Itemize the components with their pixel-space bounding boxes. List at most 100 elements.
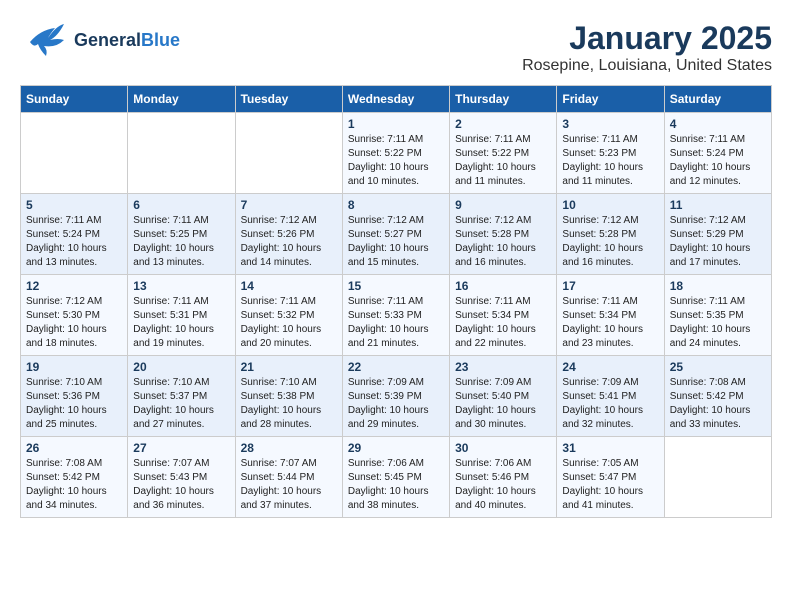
logo-general: General [74, 30, 141, 50]
day-number: 17 [562, 279, 658, 293]
day-number: 29 [348, 441, 444, 455]
calendar-cell [21, 113, 128, 194]
day-info: Sunrise: 7:12 AM Sunset: 5:28 PM Dayligh… [562, 214, 658, 270]
calendar-cell: 4 Sunrise: 7:11 AM Sunset: 5:24 PM Daylig… [664, 113, 771, 194]
day-number: 8 [348, 198, 444, 212]
day-number: 5 [26, 198, 122, 212]
calendar-week-4: 19Sunrise: 7:10 AM Sunset: 5:36 PM Dayli… [21, 356, 772, 437]
day-number: 20 [133, 360, 229, 374]
calendar-cell: 8 Sunrise: 7:12 AM Sunset: 5:27 PM Daylig… [342, 194, 449, 275]
calendar-cell: 13 Sunrise: 7:11 AM Sunset: 5:31 PM Dayli… [128, 275, 235, 356]
day-info: Sunrise: 7:08 AM Sunset: 5:42 PM Dayligh… [670, 376, 766, 432]
calendar-week-1: 1Sunrise: 7:11 AM Sunset: 5:22 PM Daylig… [21, 113, 772, 194]
calendar-week-2: 5Sunrise: 7:11 AM Sunset: 5:24 PM Daylig… [21, 194, 772, 275]
day-number: 28 [241, 441, 337, 455]
calendar-cell: 7Sunrise: 7:12 AM Sunset: 5:26 PM Daylig… [235, 194, 342, 275]
day-info: Sunrise: 7:11 AM Sunset: 5:24 PM Dayligh… [670, 133, 766, 189]
calendar-cell [664, 437, 771, 518]
calendar-cell: 16 Sunrise: 7:11 AM Sunset: 5:34 PM Dayli… [450, 275, 557, 356]
day-info: Sunrise: 7:10 AM Sunset: 5:37 PM Dayligh… [133, 376, 229, 432]
calendar-cell: 20 Sunrise: 7:10 AM Sunset: 5:37 PM Dayli… [128, 356, 235, 437]
calendar-cell: 5Sunrise: 7:11 AM Sunset: 5:24 PM Daylig… [21, 194, 128, 275]
logo-icon [20, 20, 68, 60]
day-info: Sunrise: 7:11 AM Sunset: 5:34 PM Dayligh… [562, 295, 658, 351]
day-info: Sunrise: 7:11 AM Sunset: 5:34 PM Dayligh… [455, 295, 551, 351]
day-info: Sunrise: 7:11 AM Sunset: 5:32 PM Dayligh… [241, 295, 337, 351]
calendar-cell: 11Sunrise: 7:12 AM Sunset: 5:29 PM Dayli… [664, 194, 771, 275]
day-info: Sunrise: 7:11 AM Sunset: 5:22 PM Dayligh… [455, 133, 551, 189]
calendar-cell: 30 Sunrise: 7:06 AM Sunset: 5:46 PM Dayli… [450, 437, 557, 518]
day-info: Sunrise: 7:11 AM Sunset: 5:33 PM Dayligh… [348, 295, 444, 351]
day-number: 25 [670, 360, 766, 374]
calendar-cell: 27 Sunrise: 7:07 AM Sunset: 5:43 PM Dayli… [128, 437, 235, 518]
day-info: Sunrise: 7:05 AM Sunset: 5:47 PM Dayligh… [562, 457, 658, 513]
day-number: 13 [133, 279, 229, 293]
calendar-cell: 9 Sunrise: 7:12 AM Sunset: 5:28 PM Daylig… [450, 194, 557, 275]
day-header-wednesday: Wednesday [342, 86, 449, 113]
day-number: 14 [241, 279, 337, 293]
day-number: 18 [670, 279, 766, 293]
day-header-friday: Friday [557, 86, 664, 113]
day-number: 23 [455, 360, 551, 374]
day-info: Sunrise: 7:12 AM Sunset: 5:28 PM Dayligh… [455, 214, 551, 270]
day-number: 31 [562, 441, 658, 455]
day-number: 9 [455, 198, 551, 212]
day-info: Sunrise: 7:07 AM Sunset: 5:43 PM Dayligh… [133, 457, 229, 513]
day-number: 30 [455, 441, 551, 455]
calendar-cell: 26 Sunrise: 7:08 AM Sunset: 5:42 PM Dayli… [21, 437, 128, 518]
calendar-cell: 10 Sunrise: 7:12 AM Sunset: 5:28 PM Dayli… [557, 194, 664, 275]
calendar-cell: 23 Sunrise: 7:09 AM Sunset: 5:40 PM Dayli… [450, 356, 557, 437]
calendar-table: SundayMondayTuesdayWednesdayThursdayFrid… [20, 85, 772, 518]
day-info: Sunrise: 7:09 AM Sunset: 5:40 PM Dayligh… [455, 376, 551, 432]
calendar-cell: 17 Sunrise: 7:11 AM Sunset: 5:34 PM Dayli… [557, 275, 664, 356]
calendar-cell [235, 113, 342, 194]
calendar-week-5: 26 Sunrise: 7:08 AM Sunset: 5:42 PM Dayli… [21, 437, 772, 518]
logo-blue: Blue [141, 30, 180, 50]
main-title: January 2025 [522, 20, 772, 57]
day-info: Sunrise: 7:11 AM Sunset: 5:23 PM Dayligh… [562, 133, 658, 189]
calendar-cell: 12Sunrise: 7:12 AM Sunset: 5:30 PM Dayli… [21, 275, 128, 356]
day-number: 6 [133, 198, 229, 212]
day-info: Sunrise: 7:06 AM Sunset: 5:46 PM Dayligh… [455, 457, 551, 513]
day-header-sunday: Sunday [21, 86, 128, 113]
day-info: Sunrise: 7:06 AM Sunset: 5:45 PM Dayligh… [348, 457, 444, 513]
day-number: 22 [348, 360, 444, 374]
calendar-cell: 14 Sunrise: 7:11 AM Sunset: 5:32 PM Dayli… [235, 275, 342, 356]
day-info: Sunrise: 7:11 AM Sunset: 5:25 PM Dayligh… [133, 214, 229, 270]
logo-text: GeneralBlue [74, 30, 180, 51]
calendar-cell: 29 Sunrise: 7:06 AM Sunset: 5:45 PM Dayli… [342, 437, 449, 518]
day-header-thursday: Thursday [450, 86, 557, 113]
day-info: Sunrise: 7:09 AM Sunset: 5:39 PM Dayligh… [348, 376, 444, 432]
day-info: Sunrise: 7:12 AM Sunset: 5:26 PM Dayligh… [241, 214, 337, 270]
day-number: 16 [455, 279, 551, 293]
calendar-week-3: 12Sunrise: 7:12 AM Sunset: 5:30 PM Dayli… [21, 275, 772, 356]
page-header: GeneralBlue January 2025 Rosepine, Louis… [20, 20, 772, 75]
calendar-header-row: SundayMondayTuesdayWednesdayThursdayFrid… [21, 86, 772, 113]
day-info: Sunrise: 7:11 AM Sunset: 5:22 PM Dayligh… [348, 133, 444, 189]
day-number: 24 [562, 360, 658, 374]
day-info: Sunrise: 7:11 AM Sunset: 5:31 PM Dayligh… [133, 295, 229, 351]
calendar-cell: 3 Sunrise: 7:11 AM Sunset: 5:23 PM Daylig… [557, 113, 664, 194]
calendar-cell [128, 113, 235, 194]
day-info: Sunrise: 7:11 AM Sunset: 5:35 PM Dayligh… [670, 295, 766, 351]
day-number: 3 [562, 117, 658, 131]
day-info: Sunrise: 7:09 AM Sunset: 5:41 PM Dayligh… [562, 376, 658, 432]
day-header-tuesday: Tuesday [235, 86, 342, 113]
day-info: Sunrise: 7:08 AM Sunset: 5:42 PM Dayligh… [26, 457, 122, 513]
calendar-cell: 6 Sunrise: 7:11 AM Sunset: 5:25 PM Daylig… [128, 194, 235, 275]
calendar-cell: 15 Sunrise: 7:11 AM Sunset: 5:33 PM Dayli… [342, 275, 449, 356]
day-number: 10 [562, 198, 658, 212]
day-number: 27 [133, 441, 229, 455]
day-number: 21 [241, 360, 337, 374]
day-number: 11 [670, 198, 766, 212]
day-info: Sunrise: 7:12 AM Sunset: 5:27 PM Dayligh… [348, 214, 444, 270]
day-number: 4 [670, 117, 766, 131]
day-header-monday: Monday [128, 86, 235, 113]
calendar-cell: 28Sunrise: 7:07 AM Sunset: 5:44 PM Dayli… [235, 437, 342, 518]
day-number: 2 [455, 117, 551, 131]
calendar-cell: 25 Sunrise: 7:08 AM Sunset: 5:42 PM Dayli… [664, 356, 771, 437]
day-number: 15 [348, 279, 444, 293]
logo: GeneralBlue [20, 20, 180, 60]
calendar-cell: 24 Sunrise: 7:09 AM Sunset: 5:41 PM Dayli… [557, 356, 664, 437]
day-number: 26 [26, 441, 122, 455]
